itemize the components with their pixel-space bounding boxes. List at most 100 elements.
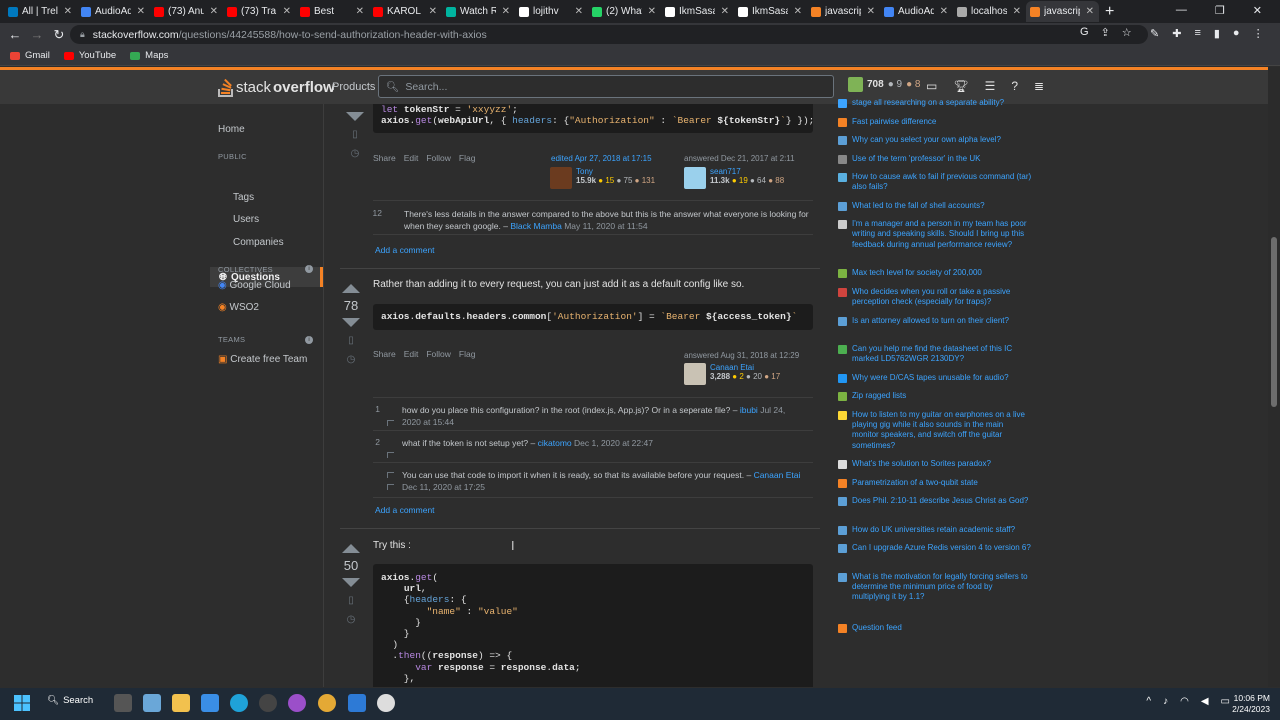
extension-icon[interactable]: ✚ <box>1172 27 1181 40</box>
bookmark-item[interactable]: YouTube <box>63 50 116 61</box>
tab-close-icon[interactable]: ✕ <box>502 6 510 17</box>
scrollbar-thumb[interactable] <box>1271 237 1277 407</box>
tab-close-icon[interactable]: ✕ <box>137 6 145 17</box>
hot-question-item[interactable]: What's the solution to Sorites paradox? <box>838 459 1038 469</box>
app-icon[interactable] <box>288 694 306 712</box>
upvote-icon[interactable] <box>342 544 360 553</box>
inbox-icon[interactable]: ▭ <box>926 79 937 93</box>
hot-question-link[interactable]: What's the solution to Sorites paradox? <box>852 459 1032 469</box>
question-feed-link[interactable]: Question feed <box>838 623 1038 633</box>
hot-question-link[interactable]: What led to the fall of shell accounts? <box>852 201 1032 211</box>
tab-close-icon[interactable]: ✕ <box>64 6 72 17</box>
hot-question-item[interactable]: Use of the term 'professor' in the UK <box>838 154 1038 164</box>
hot-question-link[interactable]: Max tech level for society of 200,000 <box>852 268 1032 278</box>
hot-question-item[interactable]: Parametrization of a two-qubit state <box>838 478 1038 488</box>
history-icon[interactable]: ◷ <box>336 614 366 625</box>
flag-icon[interactable] <box>387 484 394 490</box>
hot-question-link[interactable]: Who decides when you roll or take a pass… <box>852 287 1032 307</box>
reload-icon[interactable]: ↻ <box>48 27 70 43</box>
downvote-icon[interactable] <box>346 112 364 121</box>
hot-question-link[interactable]: Fast pairwise difference <box>852 117 1032 127</box>
volume-icon[interactable]: ◀ <box>1201 696 1209 707</box>
github-desktop-icon[interactable] <box>259 694 277 712</box>
kebab-menu-icon[interactable]: ⋮ <box>1253 27 1264 40</box>
tab-close-icon[interactable]: ✕ <box>210 6 218 17</box>
browser-tab[interactable]: Best ✕ <box>296 1 369 22</box>
store-icon[interactable] <box>201 694 219 712</box>
edit-link[interactable]: Edit <box>404 153 419 163</box>
hot-question-item[interactable]: Why can you select your own alpha level? <box>838 135 1038 145</box>
chrome-icon[interactable] <box>318 694 336 712</box>
hot-question-item[interactable]: What is the motivation for legally forci… <box>838 572 1038 603</box>
browser-tab[interactable]: (73) Tra ✕ <box>223 1 296 22</box>
nav-wso2[interactable]: ◉ WSO2 <box>218 302 259 313</box>
minimize-icon[interactable]: — <box>1176 4 1187 17</box>
sidepanel-icon[interactable]: ▮ <box>1214 27 1220 40</box>
bookmark-item[interactable]: Maps <box>130 50 168 61</box>
hot-question-item[interactable]: Can you help me find the datasheet of th… <box>838 344 1038 364</box>
nav-create-team[interactable]: ▣ Create free Team <box>218 354 307 365</box>
author-name[interactable]: Canaan Etai <box>710 363 780 372</box>
avatar[interactable] <box>684 167 706 189</box>
history-icon[interactable]: ◷ <box>336 354 366 365</box>
flag-link[interactable]: Flag <box>459 349 476 359</box>
hot-question-link[interactable]: stage all researching on a separate abil… <box>852 98 1032 108</box>
browser-tab[interactable]: localhost ✕ <box>953 1 1026 22</box>
nav-home[interactable]: Home <box>218 124 245 135</box>
browser-tab[interactable]: lojithv ✕ <box>515 1 588 22</box>
tab-close-icon[interactable]: ✕ <box>1013 6 1021 17</box>
history-icon[interactable]: ◷ <box>340 148 370 159</box>
flag-icon[interactable] <box>387 472 394 478</box>
app-icon[interactable] <box>377 694 395 712</box>
nav-users[interactable]: Users <box>233 214 259 225</box>
hot-question-link[interactable]: How do UK universities retain academic s… <box>852 525 1032 535</box>
hot-question-link[interactable]: Can you help me find the datasheet of th… <box>852 344 1032 364</box>
page-scrollbar[interactable] <box>1268 67 1280 687</box>
info-icon[interactable]: i <box>305 265 313 273</box>
tab-close-icon[interactable]: ✕ <box>356 6 364 17</box>
follow-link[interactable]: Follow <box>426 349 451 359</box>
hot-question-item[interactable]: How do UK universities retain academic s… <box>838 525 1038 535</box>
products-menu[interactable]: Products <box>332 81 375 93</box>
downvote-icon[interactable] <box>342 578 360 587</box>
hot-question-link[interactable]: Parametrization of a two-qubit state <box>852 478 1032 488</box>
bookmark-icon[interactable]: ▯ <box>336 335 366 346</box>
avatar[interactable] <box>684 363 706 385</box>
hot-question-link[interactable]: Can I upgrade Azure Redis version 4 to v… <box>852 543 1032 553</box>
browser-tab[interactable]: All | Trello ✕ <box>4 1 77 22</box>
upvote-icon[interactable] <box>342 284 360 293</box>
hot-question-item[interactable]: Zip ragged lists <box>838 391 1038 402</box>
profile-avatar[interactable]: ● <box>1233 27 1240 40</box>
share-link[interactable]: Share <box>373 153 396 163</box>
browser-tab[interactable]: javascrip ✕ <box>807 1 880 22</box>
so-logo[interactable]: stack overflow <box>218 77 335 97</box>
hot-question-item[interactable]: How to listen to my guitar on earphones … <box>838 410 1038 451</box>
menu-list-icon[interactable]: ≡ <box>1194 27 1200 40</box>
browser-tab[interactable]: Watch R ✕ <box>442 1 515 22</box>
hot-question-item[interactable]: stage all researching on a separate abil… <box>838 98 1038 108</box>
hot-question-link[interactable]: Use of the term 'professor' in the UK <box>852 154 1032 164</box>
hot-question-item[interactable]: Max tech level for society of 200,000 <box>838 268 1038 279</box>
review-icon[interactable]: ☰ <box>985 79 996 93</box>
hot-question-link[interactable]: What is the motivation for legally forci… <box>852 572 1032 603</box>
browser-tab[interactable]: IkmSasa ✕ <box>661 1 734 22</box>
comment-user[interactable]: Canaan Etai <box>754 470 801 480</box>
tab-close-icon[interactable]: ✕ <box>721 6 729 17</box>
hot-question-link[interactable]: Zip ragged lists <box>852 391 1032 401</box>
maximize-icon[interactable]: ❐ <box>1215 4 1225 17</box>
hot-question-link[interactable]: How to cause awk to fail if previous com… <box>852 172 1032 192</box>
add-comment-link[interactable]: Add a comment <box>375 245 435 255</box>
comment-user[interactable]: Black Mamba <box>510 221 562 231</box>
task-view-icon[interactable] <box>114 694 132 712</box>
tab-close-icon[interactable]: ✕ <box>867 6 875 17</box>
hot-question-link[interactable]: Does Phil. 2:10-11 describe Jesus Christ… <box>852 496 1032 506</box>
browser-tab[interactable]: javascrip ✕ <box>1026 1 1099 22</box>
hot-question-item[interactable]: What led to the fall of shell accounts? <box>838 201 1038 211</box>
avatar[interactable] <box>550 167 572 189</box>
help-icon[interactable]: ? <box>1011 79 1018 93</box>
tab-close-icon[interactable]: ✕ <box>794 6 802 17</box>
windows-start-icon[interactable] <box>13 694 31 712</box>
follow-link[interactable]: Follow <box>426 153 451 163</box>
tab-close-icon[interactable]: ✕ <box>429 6 437 17</box>
nav-google-cloud[interactable]: ◉ Google Cloud <box>218 280 291 291</box>
